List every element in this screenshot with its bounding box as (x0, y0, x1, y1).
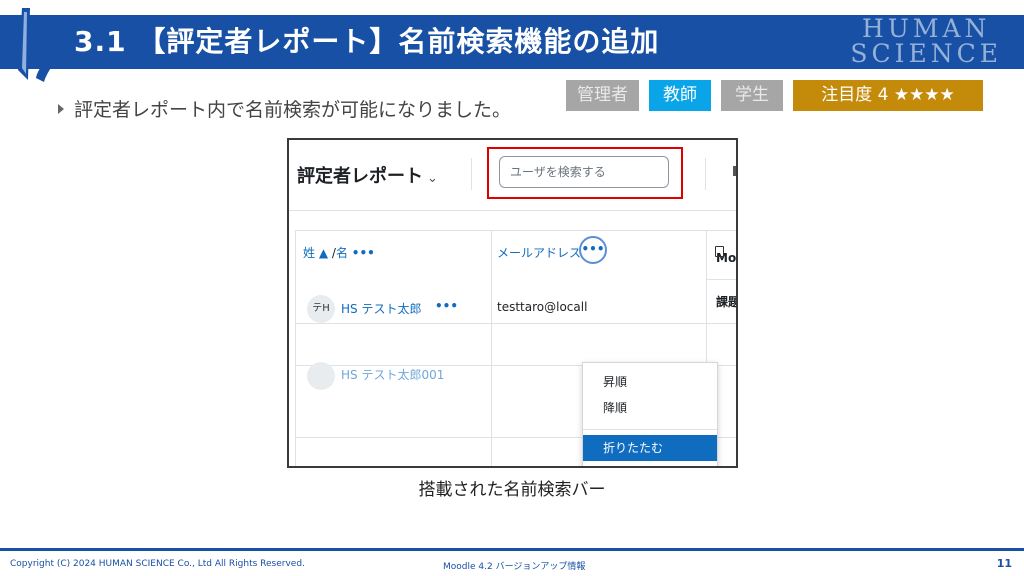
role-badges: 管理者 教師 学生 注目度 4 ★★★★ (566, 80, 983, 111)
page-number: 11 (996, 557, 1012, 570)
column-divider (491, 231, 492, 466)
row-divider (706, 279, 736, 280)
bullet-triangle-icon (58, 103, 64, 114)
bullet-text: 評定者レポート内で名前検索が可能になりました。 (74, 99, 512, 121)
toolbar-divider (471, 158, 472, 190)
email-more-button[interactable]: ••• (579, 236, 607, 264)
sort-firstname-link[interactable]: 名 (336, 246, 348, 260)
file-icon (715, 246, 724, 257)
brand-line-1: HUMAN (861, 14, 991, 43)
row-divider (296, 323, 736, 324)
logo-icon (18, 8, 57, 82)
report-selector[interactable]: 評定者レポート ⌄ (297, 162, 438, 188)
toolbar-rule (289, 210, 736, 211)
figure-caption: 搭載された名前検索バー (418, 480, 606, 500)
avatar: テH (307, 295, 335, 323)
menu-divider (583, 429, 717, 430)
truncated-toolbar-item (733, 166, 736, 176)
brand-wordmark: HUMAN SCIENCE (850, 16, 1002, 66)
user-name-link[interactable]: HS テスト太郎001 (341, 366, 444, 383)
sort-lastname-link[interactable]: 姓 (303, 246, 315, 260)
bullet-point: 評定者レポート内で名前検索が可能になりました。 (58, 95, 511, 122)
menu-item-ascending[interactable]: 昇順 (583, 369, 717, 395)
menu-item-collapse[interactable]: 折りたたむ (583, 435, 717, 461)
chevron-down-icon: ⌄ (427, 171, 438, 186)
grader-report-screenshot: 評定者レポート⌄ Mo 課題 姓 ▲ /名 ••• メールアドレス ••• テH… (287, 138, 738, 468)
report-title: 評定者レポート (297, 166, 423, 187)
sort-ascending-icon: ▲ (318, 246, 329, 260)
user-name-link[interactable]: HS テスト太郎 (341, 300, 421, 317)
footer-rule (0, 548, 1024, 551)
user-email: testtaro@locall (497, 300, 588, 314)
footer-document-title: Moodle 4.2 バージョンアップ情報 (443, 562, 586, 572)
avatar (307, 362, 335, 390)
more-dots-icon[interactable]: ••• (435, 299, 458, 313)
badge-teacher: 教師 (649, 80, 711, 111)
menu-item-descending[interactable]: 降順 (583, 395, 717, 421)
user-search-input[interactable] (499, 156, 669, 188)
assignment-column-header: 課題 (716, 295, 738, 309)
email-column-header[interactable]: メールアドレス (497, 244, 581, 261)
toolbar-divider (705, 158, 706, 190)
slide-title: 3.1 【評定者レポート】名前検索機能の追加 (74, 25, 660, 58)
column-actions-menu: 昇順 降順 折りたたむ (582, 362, 718, 466)
badge-student: 学生 (721, 80, 783, 111)
badge-admin: 管理者 (566, 80, 639, 111)
footer-copyright: Copyright (C) 2024 HUMAN SCIENCE Co., Lt… (10, 559, 305, 569)
badge-attention-level: 注目度 4 ★★★★ (793, 80, 983, 111)
brand-line-2: SCIENCE (850, 39, 1002, 68)
more-dots-icon[interactable]: ••• (352, 246, 375, 260)
name-sort-header[interactable]: 姓 ▲ /名 ••• (303, 244, 375, 261)
